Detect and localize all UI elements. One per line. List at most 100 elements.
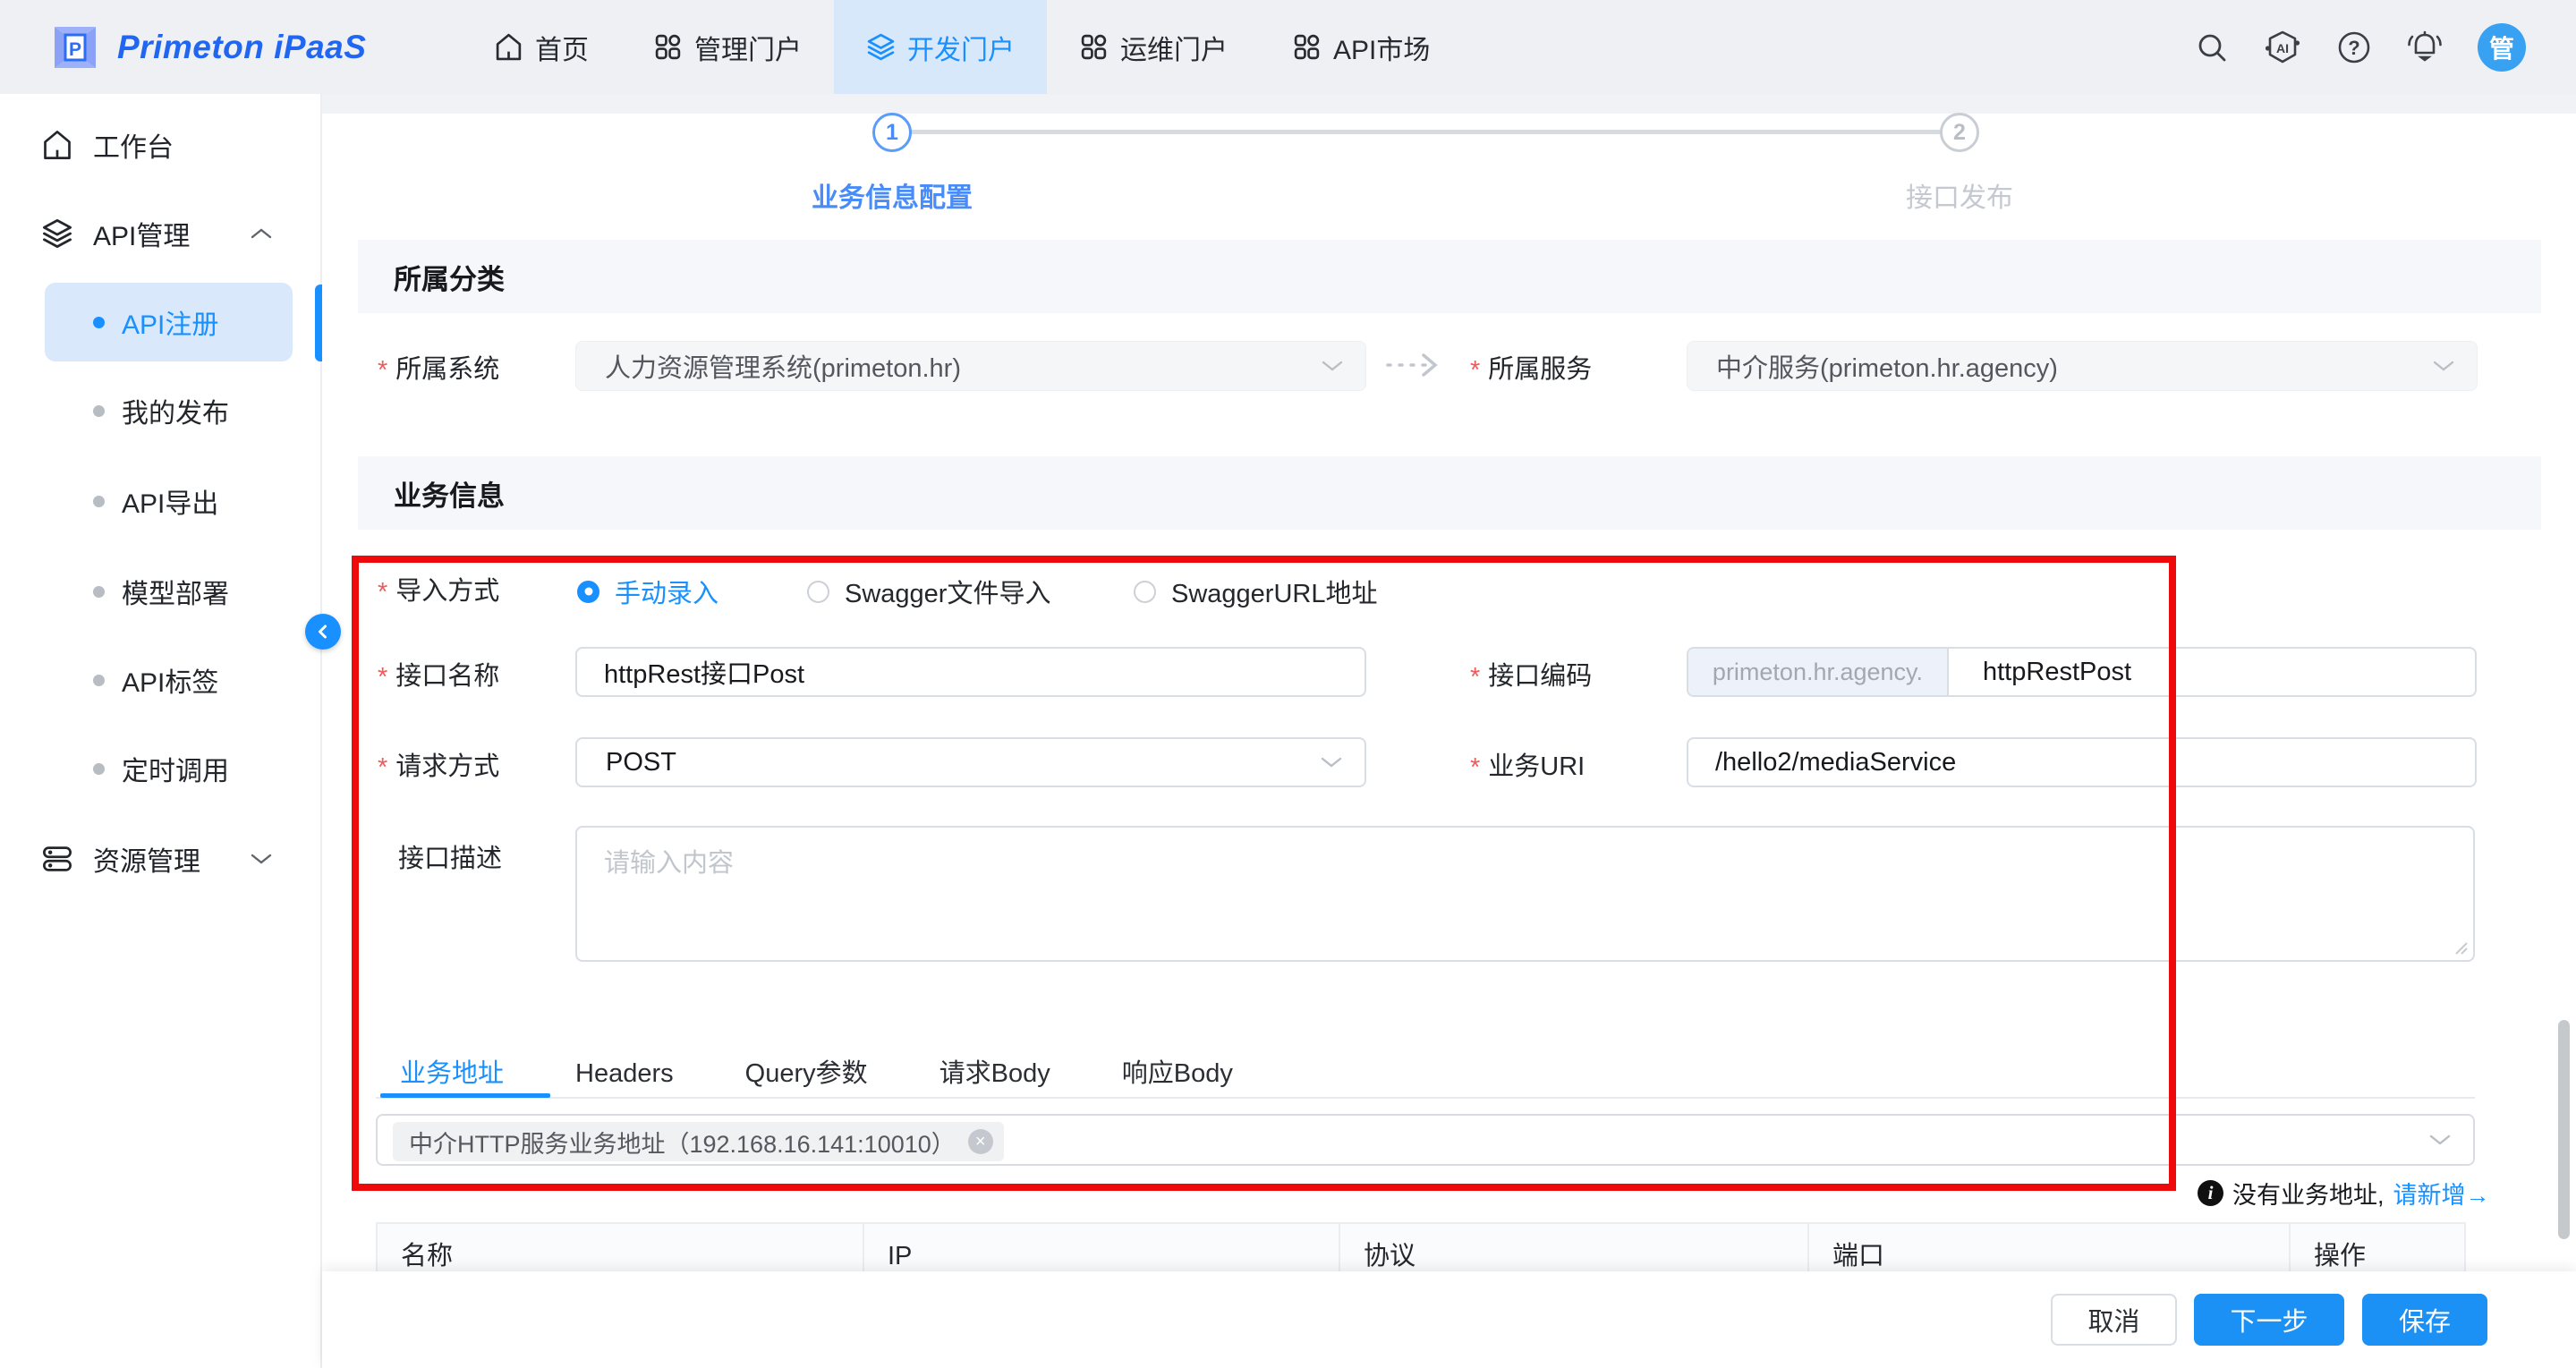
chevron-down-icon <box>1320 755 1343 769</box>
field-label-text: 接口编码 <box>1488 655 1592 692</box>
bullet-dot-icon <box>93 763 105 775</box>
system-select[interactable]: 人力资源管理系统(primeton.hr) <box>575 341 1366 391</box>
field-label-text: 所属系统 <box>395 348 499 386</box>
uri-input[interactable]: /hello2/mediaService <box>1687 737 2477 787</box>
dashed-arrow-icon <box>1382 349 1447 381</box>
sidebar-subitem-label: 模型部署 <box>122 572 229 611</box>
tab-business-address[interactable]: 业务地址 <box>380 1054 523 1093</box>
sidebar: 工作台 API管理 API注册 我的发布 API导出 模型部署 API标签 定时… <box>0 94 322 1368</box>
ai-assistant-icon[interactable]: AI <box>2263 30 2302 65</box>
resize-handle-icon[interactable] <box>2453 939 2469 956</box>
sidebar-item-scheduled-call[interactable]: 定时调用 <box>0 743 320 794</box>
sidebar-item-label: API管理 <box>93 214 190 253</box>
sidebar-item-api-management[interactable]: API管理 <box>0 208 320 259</box>
api-code-input-group[interactable]: primeton.hr.agency. httpRestPost <box>1687 647 2477 697</box>
section-title: 业务信息 <box>394 473 505 514</box>
request-method-select[interactable]: POST <box>575 737 1366 787</box>
sidebar-item-model-deploy[interactable]: 模型部署 <box>0 566 320 616</box>
service-select[interactable]: 中介服务(primeton.hr.agency) <box>1687 341 2478 391</box>
address-tag: 中介HTTP服务业务地址（192.168.16.141:10010） × <box>393 1122 1004 1161</box>
nav-item-label: API市场 <box>1333 28 1430 67</box>
notification-bell-icon[interactable] <box>2406 30 2444 65</box>
no-address-notice: i 没有业务地址, 请新增→ <box>2198 1176 2490 1211</box>
field-label-text: 业务URI <box>1488 745 1585 783</box>
ai-label: AI <box>2276 41 2289 55</box>
tab-query-params[interactable]: Query参数 <box>726 1054 888 1093</box>
sidebar-item-api-tags[interactable]: API标签 <box>0 655 320 705</box>
radio-manual-entry[interactable]: 手动录入 <box>577 573 718 610</box>
bullet-dot-icon <box>93 405 105 417</box>
nav-item-ops-portal[interactable]: 运维门户 <box>1047 0 1260 94</box>
server-icon <box>41 843 73 875</box>
radio-swagger-file[interactable]: Swagger文件导入 <box>807 573 1050 610</box>
api-name-input[interactable]: httpRest接口Post <box>575 647 1366 697</box>
step-2-label: 接口发布 <box>1836 175 2083 215</box>
tab-request-body[interactable]: 请求Body <box>920 1054 1070 1093</box>
radio-swagger-url[interactable]: SwaggerURL地址 <box>1134 573 1377 610</box>
sidebar-item-workbench[interactable]: 工作台 <box>0 120 320 170</box>
detail-tabs: 业务地址 Headers Query参数 请求Body 响应Body <box>380 1054 1285 1093</box>
required-mark: * <box>1470 753 1480 783</box>
required-mark: * <box>378 753 387 783</box>
cancel-button[interactable]: 取消 <box>2051 1294 2177 1346</box>
sidebar-collapse-button[interactable] <box>305 614 341 650</box>
chevron-down-icon <box>250 852 273 866</box>
search-icon[interactable] <box>2195 30 2229 64</box>
required-mark: * <box>378 356 387 386</box>
primary-nav: 首页 管理门户 开发门户 运维门户 API市场 <box>462 0 1462 94</box>
vertical-scrollbar[interactable] <box>2558 1020 2570 1239</box>
select-value: 中介服务(primeton.hr.agency) <box>1716 347 2058 385</box>
sidebar-subitem-label: API标签 <box>122 660 218 700</box>
active-tab-underline <box>380 1093 550 1098</box>
help-glyph: ? <box>2348 37 2359 59</box>
required-mark: * <box>1470 356 1480 386</box>
service-field-label: * 所属服务 <box>1470 352 1592 382</box>
system-field-label: * 所属系统 <box>378 352 499 382</box>
grid-icon <box>653 32 683 62</box>
step-number: 1 <box>886 120 898 146</box>
sidebar-item-my-publish[interactable]: 我的发布 <box>0 386 320 436</box>
description-textarea[interactable]: 请输入内容 <box>575 826 2475 962</box>
api-code-input[interactable]: httpRestPost <box>1949 649 2475 695</box>
uri-label: * 业务URI <box>1470 749 1585 779</box>
textarea-placeholder: 请输入内容 <box>604 849 734 878</box>
notice-text: 没有业务地址, <box>2232 1176 2385 1211</box>
chevron-up-icon <box>250 226 273 241</box>
tab-response-body[interactable]: 响应Body <box>1102 1054 1253 1093</box>
description-label: 接口描述 <box>398 841 502 871</box>
step-1-label: 业务信息配置 <box>769 175 1016 215</box>
sidebar-subitem-label: 我的发布 <box>122 391 229 430</box>
request-method-label: * 请求方式 <box>378 749 499 779</box>
chevron-left-icon <box>314 623 332 641</box>
step-number: 2 <box>1953 120 1966 146</box>
layers-icon <box>866 32 896 62</box>
sidebar-item-api-register[interactable]: API注册 <box>0 297 320 347</box>
radio-icon <box>807 581 829 603</box>
save-button[interactable]: 保存 <box>2362 1294 2487 1346</box>
business-address-select[interactable]: 中介HTTP服务业务地址（192.168.16.141:10010） × <box>376 1114 2475 1166</box>
field-label-text: 所属服务 <box>1488 348 1592 386</box>
nav-item-home[interactable]: 首页 <box>462 0 621 94</box>
add-address-link[interactable]: 请新增→ <box>2393 1176 2490 1211</box>
sidebar-item-resource-management[interactable]: 资源管理 <box>0 834 320 884</box>
help-icon[interactable]: ? <box>2336 30 2372 65</box>
field-label-text: 接口名称 <box>395 655 499 692</box>
sidebar-item-api-export[interactable]: API导出 <box>0 476 320 526</box>
close-icon[interactable]: × <box>968 1129 993 1154</box>
bullet-dot-icon <box>93 675 105 686</box>
next-step-button[interactable]: 下一步 <box>2194 1294 2344 1346</box>
nav-item-label: 运维门户 <box>1120 28 1228 67</box>
select-value: POST <box>606 748 676 777</box>
radio-label: 手动录入 <box>615 573 718 610</box>
nav-item-api-market[interactable]: API市场 <box>1260 0 1462 94</box>
grid-icon <box>1292 32 1322 62</box>
brand[interactable]: P Primeton iPaaS <box>0 23 462 72</box>
nav-item-dev-portal[interactable]: 开发门户 <box>834 0 1047 94</box>
bullet-dot-icon <box>93 586 105 598</box>
tab-headers[interactable]: Headers <box>556 1054 693 1093</box>
nav-item-label: 开发门户 <box>907 28 1015 67</box>
required-mark: * <box>1470 663 1480 692</box>
field-label-text: 接口描述 <box>398 837 502 875</box>
avatar[interactable]: 管 <box>2478 23 2526 72</box>
nav-item-admin-portal[interactable]: 管理门户 <box>621 0 834 94</box>
